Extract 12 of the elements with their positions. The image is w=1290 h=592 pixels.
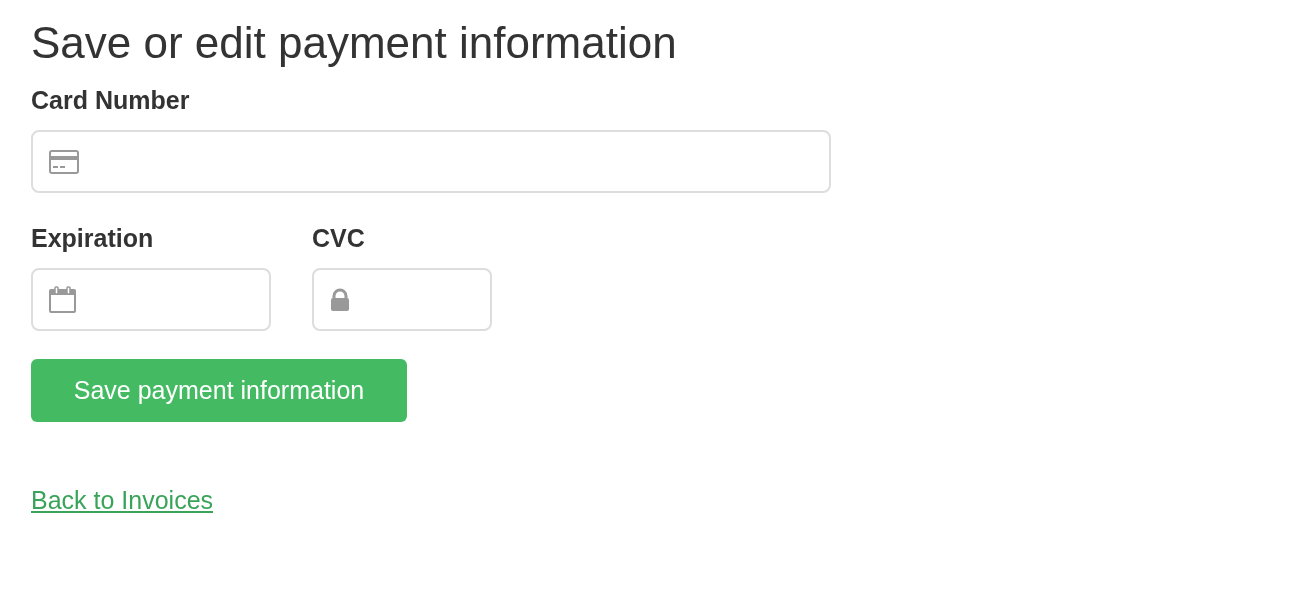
back-to-invoices-link[interactable]: Back to Invoices: [31, 482, 214, 520]
expiration-field[interactable]: [31, 268, 271, 331]
calendar-icon: [49, 285, 77, 314]
card-number-field[interactable]: [31, 130, 831, 193]
save-payment-button[interactable]: Save payment information: [31, 359, 407, 422]
field-label: CVC: [312, 223, 365, 253]
field-label: Card Number: [31, 85, 190, 115]
lock-icon: [330, 287, 350, 312]
field-label: Expiration: [31, 223, 154, 253]
cvc-field[interactable]: [312, 268, 492, 331]
page-title: Save or edit payment information: [31, 17, 677, 69]
credit-card-icon: [49, 149, 79, 174]
